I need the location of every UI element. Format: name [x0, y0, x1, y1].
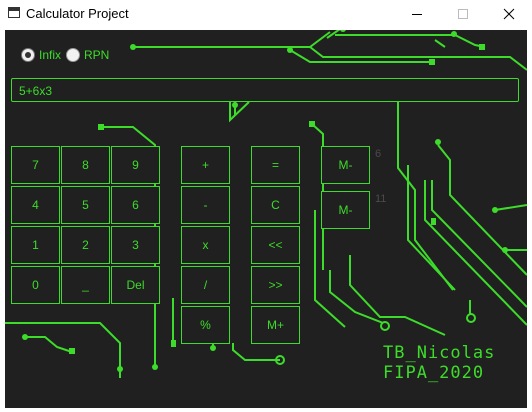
key-divide[interactable]: /	[181, 266, 230, 304]
radio-unselected-icon	[66, 48, 80, 62]
mode-option-infix[interactable]: Infix	[21, 48, 61, 62]
key-4[interactable]: 4	[11, 186, 60, 224]
key-memory-add[interactable]: M+	[251, 306, 300, 344]
signature-line-2: FIPA_2020	[383, 363, 485, 383]
key-memory-subtract[interactable]: M-	[321, 146, 370, 184]
maximize-button[interactable]	[440, 0, 486, 28]
minimize-icon	[412, 14, 422, 15]
key-9[interactable]: 9	[111, 146, 160, 184]
key-memory-subtract-2[interactable]: M-	[321, 191, 370, 229]
key-multiply[interactable]: x	[181, 226, 230, 264]
minimize-button[interactable]	[394, 0, 440, 28]
memory-value-label: 6	[375, 148, 382, 160]
key-2[interactable]: 2	[61, 226, 110, 264]
key-modulo[interactable]: %	[181, 306, 230, 344]
memory-value-label-2: 11	[375, 193, 387, 205]
key-clear[interactable]: C	[251, 186, 300, 224]
title-bar: Calculator Project	[0, 0, 532, 28]
key-7[interactable]: 7	[11, 146, 60, 184]
close-icon	[503, 8, 515, 20]
mode-label-rpn: RPN	[84, 48, 110, 62]
mode-option-rpn[interactable]: RPN	[66, 48, 109, 62]
key-8[interactable]: 8	[61, 146, 110, 184]
author-signature: TB_Nicolas FIPA_2020	[383, 343, 495, 383]
calculator-panel: Infix RPN 5+6x3 7 8 9 4 5 6 1 2 3 0 _ De…	[5, 30, 527, 408]
expression-input[interactable]: 5+6x3	[11, 78, 519, 102]
close-button[interactable]	[486, 0, 532, 28]
key-3[interactable]: 3	[111, 226, 160, 264]
mode-label-infix: Infix	[39, 48, 62, 62]
maximize-icon	[458, 9, 468, 19]
key-6[interactable]: 6	[111, 186, 160, 224]
app-window-icon	[8, 7, 20, 18]
key-equals[interactable]: =	[251, 146, 300, 184]
key-5[interactable]: 5	[61, 186, 110, 224]
key-shift-right[interactable]: >>	[251, 266, 300, 304]
window-title: Calculator Project	[26, 6, 129, 21]
calculator-window: Calculator Project Infix RPN 5+6x3 7 8 9…	[0, 0, 532, 412]
key-delete[interactable]: Del	[111, 266, 160, 304]
key-minus[interactable]: -	[181, 186, 230, 224]
signature-line-1: TB_Nicolas	[383, 343, 496, 363]
key-underscore[interactable]: _	[61, 266, 110, 304]
radio-selected-icon	[21, 48, 35, 62]
key-0[interactable]: 0	[11, 266, 60, 304]
key-shift-left[interactable]: <<	[251, 226, 300, 264]
key-1[interactable]: 1	[11, 226, 60, 264]
key-plus[interactable]: +	[181, 146, 230, 184]
